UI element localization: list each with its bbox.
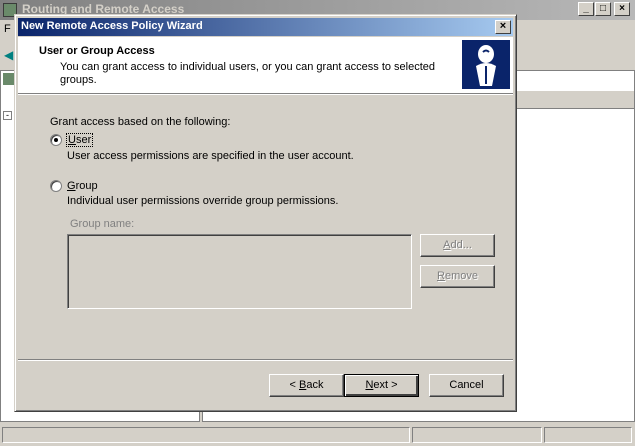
group-radio-button[interactable] — [50, 180, 62, 192]
footer-separator — [18, 359, 513, 361]
wizard-header: User or Group Access You can grant acces… — [18, 37, 513, 93]
back-arrow-icon[interactable]: ◀ — [4, 48, 13, 62]
menu-item-file[interactable]: F — [4, 23, 11, 35]
user-option-label[interactable]: User — [65, 133, 94, 147]
status-pane-3 — [544, 427, 632, 443]
new-remote-access-policy-wizard: New Remote Access Policy Wizard × User o… — [14, 14, 517, 412]
status-pane-main — [2, 427, 410, 443]
user-access-icon — [462, 40, 510, 89]
status-pane-2 — [412, 427, 542, 443]
group-option-description: Individual user permissions override gro… — [67, 195, 339, 207]
tree-expand-icon[interactable]: - — [3, 111, 12, 120]
wizard-close-button[interactable]: × — [495, 20, 511, 34]
minimize-button[interactable]: _ — [578, 2, 594, 16]
remove-group-button[interactable]: Remove — [420, 265, 495, 288]
wizard-page-title: User or Group Access — [39, 45, 155, 57]
back-button[interactable]: < Back — [269, 374, 344, 397]
next-button[interactable]: Next > — [344, 374, 419, 397]
group-name-label: Group name: — [70, 218, 135, 230]
cancel-button[interactable]: Cancel — [429, 374, 504, 397]
group-name-list[interactable] — [67, 234, 412, 309]
wizard-title-bar[interactable]: New Remote Access Policy Wizard × — [18, 18, 513, 36]
header-separator — [18, 93, 513, 95]
user-radio-button[interactable] — [50, 134, 62, 146]
background-status-bar — [0, 424, 635, 446]
background-close-button[interactable]: × — [614, 2, 630, 16]
wizard-page-description: You can grant access to individual users… — [60, 61, 436, 86]
maximize-button[interactable]: □ — [595, 2, 611, 16]
wizard-title: New Remote Access Policy Wizard — [21, 20, 203, 32]
add-group-button[interactable]: Add... — [420, 234, 495, 257]
grant-access-label: Grant access based on the following: — [50, 116, 231, 128]
radio-selected-dot — [54, 138, 58, 142]
group-option-label[interactable]: Group — [67, 180, 98, 192]
user-option-description: User access permissions are specified in… — [67, 150, 354, 162]
